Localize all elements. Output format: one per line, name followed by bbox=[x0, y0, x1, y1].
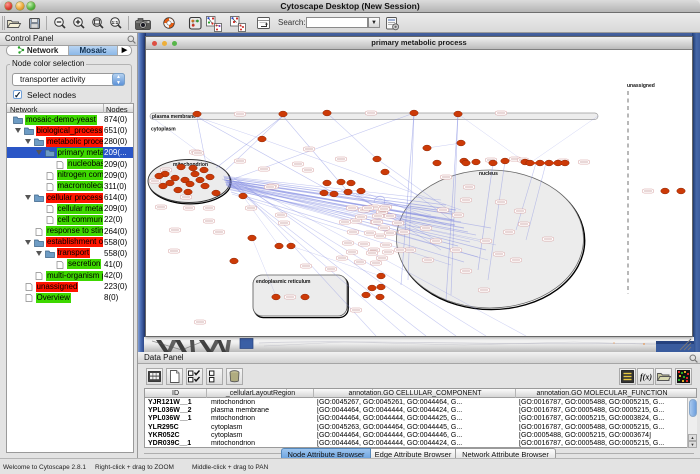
svg-text:f(x): f(x) bbox=[640, 373, 652, 382]
svg-text:plasma membrane: plasma membrane bbox=[152, 114, 196, 120]
svg-text:endoplasmic reticulum: endoplasmic reticulum bbox=[256, 279, 311, 285]
svg-text:1:1: 1:1 bbox=[112, 20, 119, 25]
svg-text:unassigned: unassigned bbox=[627, 83, 655, 89]
svg-text:nucleus: nucleus bbox=[479, 171, 498, 177]
svg-text:cytoplasm: cytoplasm bbox=[151, 127, 176, 133]
